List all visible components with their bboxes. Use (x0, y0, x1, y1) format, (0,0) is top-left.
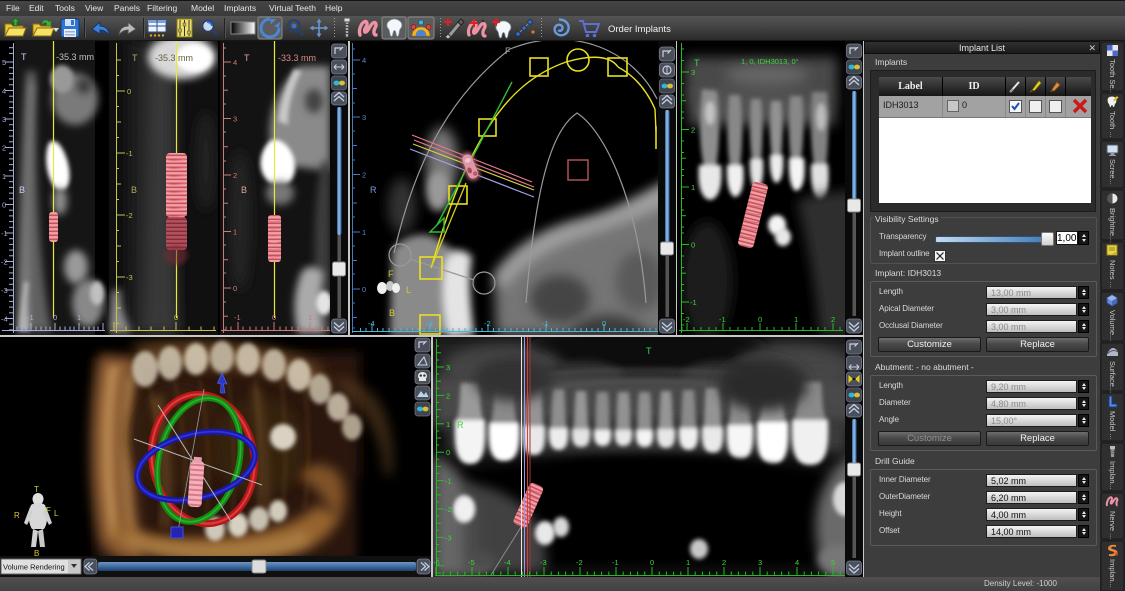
svg-text:Order Implants: Order Implants (608, 24, 671, 35)
svg-text:L: L (406, 285, 411, 295)
svg-text:1: 1 (308, 313, 312, 322)
svg-text:0: 0 (53, 313, 57, 322)
svg-text:B: B (389, 308, 395, 318)
svg-text:1: 1 (691, 183, 695, 192)
svg-text:0: 0 (127, 87, 131, 96)
svg-text:4: 4 (795, 558, 799, 567)
svg-text:-1: -1 (612, 558, 619, 567)
svg-text:-35.3 mm: -35.3 mm (155, 53, 193, 63)
svg-text:-4: -4 (504, 558, 511, 567)
svg-text:-3: -3 (540, 558, 547, 567)
svg-text:0: 0 (174, 313, 178, 322)
svg-text:0: 0 (233, 284, 237, 293)
svg-text:-4: -4 (1, 315, 8, 324)
svg-text:-1: -1 (719, 315, 726, 324)
svg-text:-1: -1 (445, 477, 452, 486)
svg-text:-5: -5 (468, 558, 475, 567)
svg-text:-3: -3 (1, 286, 8, 295)
svg-text:-35.3 mm: -35.3 mm (56, 52, 94, 62)
svg-text:-2: -2 (576, 558, 583, 567)
svg-text:4: 4 (233, 58, 237, 67)
svg-text:3: 3 (758, 558, 762, 567)
svg-text:B: B (131, 185, 137, 195)
svg-text:2: 2 (722, 558, 726, 567)
svg-text:0: 0 (691, 241, 695, 250)
svg-text:2: 2 (2, 144, 6, 153)
svg-text:2: 2 (691, 126, 695, 135)
svg-text:F: F (388, 269, 394, 279)
svg-text:5: 5 (2, 58, 6, 67)
svg-text:1: 1 (77, 313, 81, 322)
svg-text:T: T (244, 53, 250, 63)
svg-text:T: T (646, 346, 652, 356)
svg-text:R: R (457, 420, 464, 430)
svg-text:2: 2 (233, 171, 237, 180)
svg-text:R: R (14, 511, 20, 520)
svg-text:-1: -1 (542, 319, 549, 328)
svg-text:-2: -2 (126, 211, 133, 220)
svg-text:Volume Rendering: Volume Rendering (3, 563, 65, 572)
svg-text:-1: -1 (690, 298, 697, 307)
svg-text:B: B (241, 185, 247, 195)
svg-text:3: 3 (233, 115, 237, 124)
svg-text:-3: -3 (426, 319, 433, 328)
svg-text:1: 1 (446, 420, 450, 429)
svg-text:3: 3 (362, 113, 366, 122)
svg-text:3: 3 (691, 68, 695, 77)
svg-text:-2: -2 (445, 505, 452, 514)
svg-text:4: 4 (362, 56, 366, 65)
svg-text:0: 0 (650, 558, 654, 567)
svg-text:4: 4 (2, 87, 6, 96)
svg-text:L: L (54, 509, 59, 518)
svg-text:0: 0 (2, 201, 6, 210)
svg-text:2: 2 (446, 391, 450, 400)
svg-text:-2: -2 (1, 258, 8, 267)
svg-text:3: 3 (446, 363, 450, 372)
svg-text:-6: -6 (433, 558, 440, 567)
svg-text:-1: -1 (27, 313, 34, 322)
svg-text:1: 1 (794, 315, 798, 324)
svg-text:R: R (370, 185, 377, 195)
svg-text:B: B (19, 185, 25, 195)
svg-text:T: T (21, 52, 27, 62)
svg-text:T: T (34, 485, 39, 494)
svg-text:0: 0 (602, 319, 606, 328)
svg-text:T: T (694, 58, 700, 68)
svg-text:0: 0 (362, 285, 366, 294)
svg-text:1: 1 (233, 228, 237, 237)
svg-text:-4: -4 (368, 319, 375, 328)
svg-text:F: F (505, 46, 511, 56)
svg-text:-1: -1 (126, 149, 133, 158)
svg-text:2: 2 (831, 315, 835, 324)
svg-text:1, 0, IDH3013, 0°: 1, 0, IDH3013, 0° (741, 57, 799, 66)
svg-text:5: 5 (831, 558, 835, 567)
svg-text:-33.3 mm: -33.3 mm (278, 53, 316, 63)
svg-text:-2: -2 (683, 315, 690, 324)
svg-text:0: 0 (446, 448, 450, 457)
svg-text:-2: -2 (484, 319, 491, 328)
svg-text:2: 2 (362, 171, 366, 180)
svg-text:-1: -1 (1, 229, 8, 238)
svg-text:0: 0 (758, 315, 762, 324)
svg-text:-1: -1 (234, 313, 241, 322)
svg-text:1: 1 (686, 558, 690, 567)
svg-text:T: T (132, 53, 138, 63)
svg-text:0: 0 (272, 313, 276, 322)
svg-text:-3: -3 (445, 533, 452, 542)
svg-text:F: F (46, 506, 51, 515)
svg-text:3: 3 (2, 115, 6, 124)
svg-text:1: 1 (362, 228, 366, 237)
svg-text:1: 1 (2, 172, 6, 181)
svg-text:-3: -3 (126, 273, 133, 282)
